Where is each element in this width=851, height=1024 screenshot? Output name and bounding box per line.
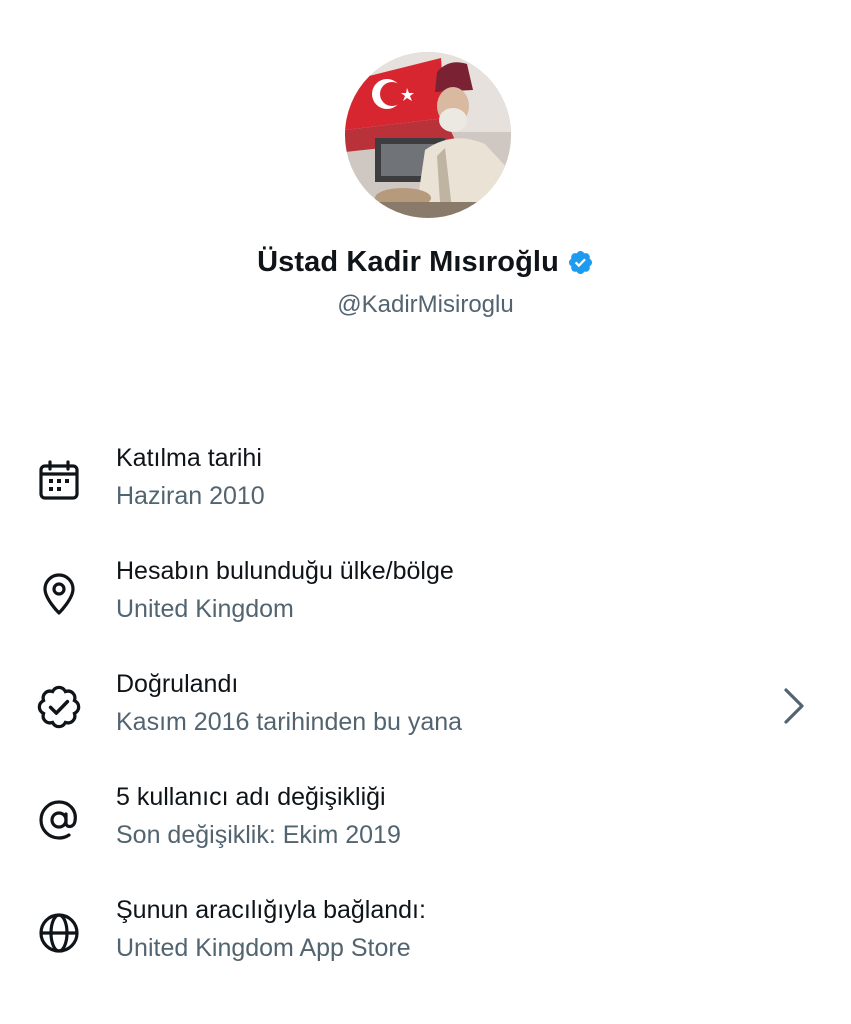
- connected-via-label: Şunun aracılığıyla bağlandı:: [116, 896, 426, 924]
- verified-since-value: Kasım 2016 tarihinden bu yana: [116, 708, 463, 736]
- verified-label: Doğrulandı: [116, 670, 239, 698]
- info-row-join-date: Katılma tarihi Haziran 2010: [0, 440, 851, 553]
- info-row-verified[interactable]: Doğrulandı Kasım 2016 tarihinden bu yana: [0, 666, 851, 779]
- info-row-connected-via: Şunun aracılığıyla bağlandı: United King…: [0, 892, 851, 1005]
- profile-display-name: Üstad Kadir Mısıroğlu: [257, 246, 559, 278]
- avatar-photo: [345, 52, 511, 218]
- verified-outline-icon: [37, 685, 81, 729]
- globe-icon: [39, 913, 79, 953]
- location-value: United Kingdom: [116, 595, 294, 623]
- location-label: Hesabın bulunduğu ülke/bölge: [116, 557, 454, 585]
- info-row-username-changes: 5 kullanıcı adı değişikliği Son değişikl…: [0, 779, 851, 892]
- join-date-label: Katılma tarihi: [116, 444, 262, 472]
- profile-handle: @KadirMisiroglu: [337, 291, 514, 318]
- at-sign-icon: [39, 800, 77, 840]
- account-info-list: Katılma tarihi Haziran 2010 Hesabın bulu…: [0, 440, 851, 1005]
- connected-via-value: United Kingdom App Store: [116, 934, 411, 962]
- verified-badge-icon[interactable]: [567, 249, 594, 276]
- join-date-value: Haziran 2010: [116, 482, 265, 510]
- calendar-icon: [39, 460, 79, 500]
- info-row-location: Hesabın bulunduğu ülke/bölge United King…: [0, 553, 851, 666]
- profile-avatar[interactable]: [345, 52, 511, 218]
- chevron-right-icon[interactable]: [778, 684, 810, 728]
- profile-name-row: Üstad Kadir Mısıroğlu: [0, 246, 851, 279]
- username-changes-label: 5 kullanıcı adı değişikliği: [116, 783, 386, 811]
- location-pin-icon: [43, 573, 75, 615]
- username-last-change-value: Son değişiklik: Ekim 2019: [116, 821, 401, 849]
